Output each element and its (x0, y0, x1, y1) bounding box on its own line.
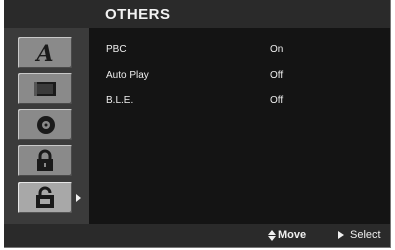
tab-others[interactable] (18, 182, 72, 213)
play-arrow-icon (338, 231, 344, 240)
category-sidebar: A (4, 28, 89, 224)
tab-language[interactable]: A (18, 37, 72, 68)
menu-title: OTHERS (105, 6, 171, 23)
move-label: Move (278, 229, 307, 241)
setting-value: On (270, 44, 284, 55)
title-bar: OTHERS (4, 0, 390, 28)
setting-name: Auto Play (106, 70, 149, 81)
setting-value: Off (270, 95, 284, 106)
up-down-arrow-icon (268, 229, 276, 241)
setting-row-pbc[interactable]: PBC On (89, 44, 390, 60)
move-hint: Move (268, 229, 306, 241)
tab-display[interactable] (18, 73, 72, 104)
language-icon: A (34, 41, 53, 65)
setting-value: Off (270, 70, 284, 81)
setting-row-ble[interactable]: B.L.E. Off (89, 95, 390, 111)
display-icon (34, 82, 56, 96)
tab-lock[interactable] (18, 145, 72, 176)
setting-row-auto-play[interactable]: Auto Play Off (89, 70, 390, 86)
settings-panel: PBC On Auto Play Off B.L.E. Off (89, 28, 390, 224)
tab-audio[interactable] (18, 109, 72, 140)
audio-icon (37, 116, 55, 134)
others-icon (36, 186, 54, 208)
setup-menu-screen: OTHERS A PBC On Auto Play Off B.L.E. Off… (4, 0, 391, 248)
svg-text:A: A (34, 41, 53, 65)
footer-hint-bar: Move Select (4, 224, 390, 247)
setting-name: B.L.E. (106, 95, 134, 106)
lock-icon (37, 149, 53, 171)
setting-name: PBC (106, 44, 127, 55)
select-hint: Select (338, 229, 381, 241)
select-label: Select (350, 229, 381, 241)
active-tab-arrow-icon (76, 194, 81, 202)
